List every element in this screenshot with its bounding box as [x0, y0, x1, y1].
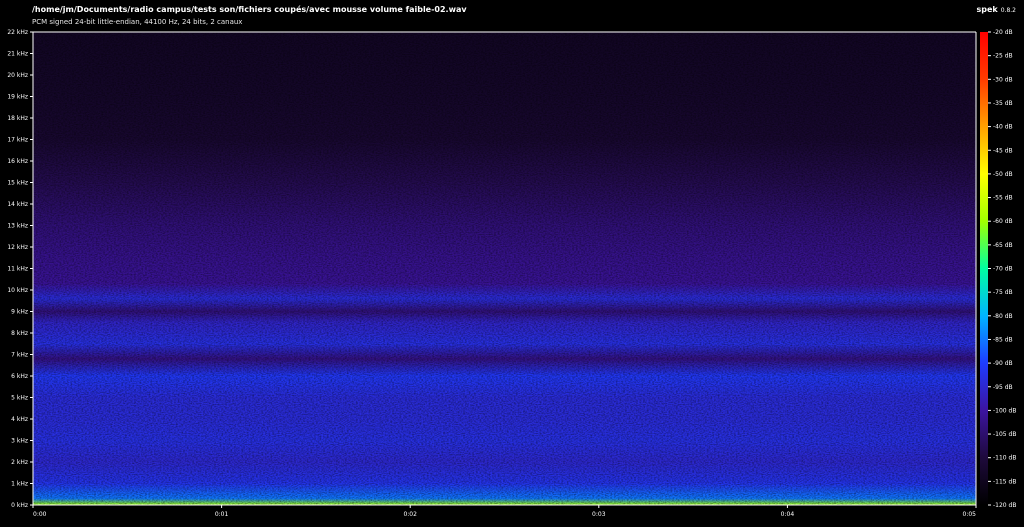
colorbar-tick-label: -105 dB: [993, 431, 1016, 438]
spectrogram-plot: [33, 32, 976, 505]
y-tick-label: 8 kHz: [11, 330, 28, 337]
y-axis: 0 kHz 1 kHz 2 kHz 3 kHz 4 kHz 5 kHz 6 kHz 7 kHz…: [7, 29, 33, 509]
x-tick-label: 0:00: [33, 511, 47, 518]
colorbar-tick-label: -50 dB: [993, 171, 1013, 178]
y-tick-label: 10 kHz: [7, 287, 28, 294]
y-tick-label: 15 kHz: [7, 180, 28, 187]
colorbar-tick-label: -75 dB: [993, 289, 1013, 296]
colorbar-tick-label: -55 dB: [993, 195, 1013, 202]
colorbar-tick-label: -30 dB: [993, 76, 1013, 83]
colorbar-tick-label: -95 dB: [993, 384, 1013, 391]
colorbar-tick-label: -80 dB: [993, 313, 1013, 320]
y-tick-label: 19 kHz: [7, 94, 28, 101]
db-colorbar: -20 dB -25 dB -30 dB -35 dB -40 dB -45 dB -50 …: [980, 29, 1016, 509]
colorbar-tick-label: -100 dB: [993, 407, 1016, 414]
y-tick-label: 5 kHz: [11, 395, 28, 402]
y-tick-label: 17 kHz: [7, 137, 28, 144]
y-tick-label: 6 kHz: [11, 373, 28, 380]
y-tick-label: 16 kHz: [7, 158, 28, 165]
y-tick-label: 20 kHz: [7, 72, 28, 79]
y-tick-label: 1 kHz: [11, 481, 28, 488]
x-tick-label: 0:01: [215, 511, 229, 518]
y-tick-label: 21 kHz: [7, 51, 28, 58]
y-tick-label: 11 kHz: [7, 266, 28, 273]
y-tick-label: 18 kHz: [7, 115, 28, 122]
colorbar-tick-label: -40 dB: [993, 124, 1013, 131]
y-tick-label: 9 kHz: [11, 309, 28, 316]
spectrogram-chart: 0 kHz 1 kHz 2 kHz 3 kHz 4 kHz 5 kHz 6 kHz 7 kHz…: [7, 29, 1016, 518]
y-tick-label: 2 kHz: [11, 459, 28, 466]
x-tick-label: 0:02: [403, 511, 417, 518]
colorbar-gradient: [980, 32, 988, 505]
colorbar-tick-label: -110 dB: [993, 455, 1016, 462]
x-tick-label: 0:05: [963, 511, 977, 518]
colorbar-tick-label: -45 dB: [993, 147, 1013, 154]
y-tick-label: 7 kHz: [11, 352, 28, 359]
colorbar-tick-label: -35 dB: [993, 100, 1013, 107]
y-tick-label: 3 kHz: [11, 438, 28, 445]
colorbar-tick-label: -70 dB: [993, 266, 1013, 273]
colorbar-tick-label: -120 dB: [993, 502, 1016, 509]
colorbar-tick-label: -85 dB: [993, 336, 1013, 343]
x-tick-label: 0:04: [781, 511, 795, 518]
y-tick-label: 13 kHz: [7, 223, 28, 230]
colorbar-tick-label: -60 dB: [993, 218, 1013, 225]
colorbar-tick-label: -25 dB: [993, 53, 1013, 60]
colorbar-tick-label: -90 dB: [993, 360, 1013, 367]
y-tick-label: 0 kHz: [11, 502, 28, 509]
x-axis: 0:00 0:01 0:02 0:03 0:04 0:05: [32, 505, 977, 518]
x-tick-label: 0:03: [592, 511, 606, 518]
y-tick-label: 4 kHz: [11, 416, 28, 423]
colorbar-tick-label: -65 dB: [993, 242, 1013, 249]
y-tick-label: 12 kHz: [7, 244, 28, 251]
colorbar-tick-label: -115 dB: [993, 478, 1016, 485]
y-tick-label: 22 kHz: [7, 29, 28, 36]
y-tick-label: 14 kHz: [7, 201, 28, 208]
colorbar-tick-label: -20 dB: [993, 29, 1013, 36]
spectrogram-noise: [33, 32, 976, 505]
